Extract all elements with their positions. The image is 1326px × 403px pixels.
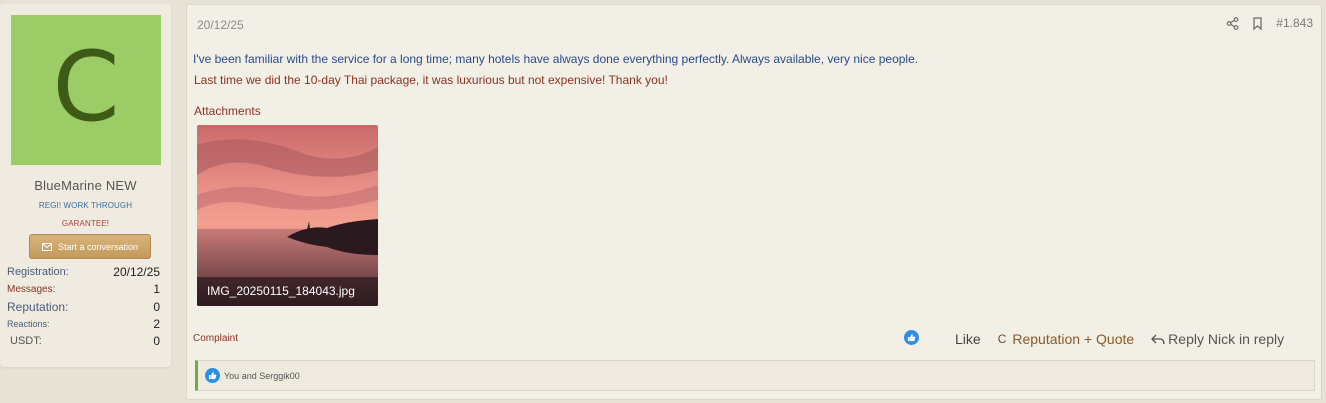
stat-value: 0 <box>153 334 160 348</box>
envelope-icon <box>41 242 52 251</box>
stat-reactions: Reactions: 2 <box>7 317 160 331</box>
avatar[interactable]: C <box>11 15 161 165</box>
message-line2: Last time we did the 10-day Thai package… <box>194 73 668 87</box>
post-number[interactable]: #1.843 <box>1276 16 1313 30</box>
reputation-quote-label: Reputation + Quote <box>1012 331 1135 347</box>
stat-label: Reputation: <box>7 300 69 314</box>
reputation-quote-button[interactable]: C Reputation + Quote <box>998 331 1134 347</box>
stat-label: Messages: <box>7 283 56 295</box>
avatar-letter: C <box>52 31 120 143</box>
post-tools: #1.843 <box>1226 16 1313 30</box>
message-line1: I've been familiar with the service for … <box>193 52 919 66</box>
bookmark-icon[interactable] <box>1251 16 1264 30</box>
stat-messages: Messages: 1 <box>7 282 160 296</box>
post-date[interactable]: 20/12/25 <box>197 18 244 32</box>
attachment-thumbnail[interactable]: IMG_20250115_184043.jpg <box>197 125 378 306</box>
stat-registration: Registration: 20/12/25 <box>7 265 160 279</box>
attachments-label: Attachments <box>194 104 261 118</box>
like-summary-icon <box>205 368 220 383</box>
stat-value: 20/12/25 <box>113 265 160 279</box>
likes-summary: You and Serggik00 <box>195 360 1315 391</box>
stat-value: 2 <box>153 317 160 331</box>
complaint-link[interactable]: Complaint <box>193 333 238 344</box>
stat-value: 1 <box>153 282 160 296</box>
stat-label: USDT: <box>10 335 42 347</box>
user-title-line2: GARANTEE! <box>61 219 110 228</box>
post-panel: 20/12/25 #1.843 I've been familiar with … <box>186 4 1322 400</box>
attachment-filename: IMG_20250115_184043.jpg <box>197 277 378 306</box>
post-actions: Like C Reputation + Quote Reply Nick in … <box>955 331 1284 347</box>
like-button[interactable]: Like <box>955 331 981 347</box>
stat-usdt: USDT: 0 <box>7 334 160 348</box>
like-reaction-icon[interactable] <box>904 330 919 345</box>
username[interactable]: BlueMarine NEW <box>0 178 171 193</box>
share-icon[interactable] <box>1226 16 1239 30</box>
stat-label: Registration: <box>7 266 69 278</box>
start-conversation-label: Start a conversation <box>57 241 139 252</box>
start-conversation-button[interactable]: Start a conversation <box>29 234 151 259</box>
likes-text[interactable]: You and Serggik00 <box>224 371 300 381</box>
reply-label: Reply Nick in reply <box>1168 331 1285 347</box>
stat-label: Reactions: <box>7 319 50 329</box>
reputation-icon: C <box>997 332 1007 346</box>
stat-value: 0 <box>153 300 160 314</box>
user-card: C BlueMarine NEW REGI! WORK THROUGH GARA… <box>0 4 171 367</box>
user-title-line1: REGI! WORK THROUGH <box>38 201 133 210</box>
reply-button[interactable]: Reply Nick in reply <box>1151 331 1284 347</box>
reply-icon <box>1151 334 1165 344</box>
stat-reputation: Reputation: 0 <box>7 300 160 314</box>
